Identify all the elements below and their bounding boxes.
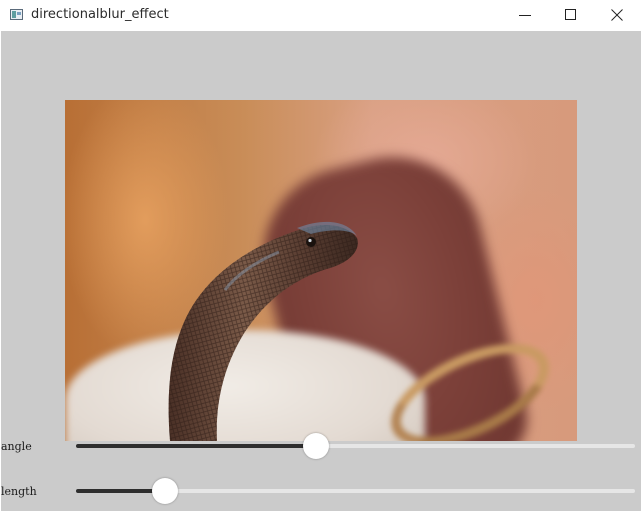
maximize-icon	[565, 9, 576, 20]
minimize-button[interactable]	[503, 0, 549, 31]
angle-label: angle	[1, 440, 32, 453]
snake-image	[168, 221, 358, 441]
length-slider[interactable]	[76, 478, 635, 504]
angle-slider[interactable]	[76, 433, 635, 459]
image-canvas	[65, 100, 577, 441]
app-icon	[10, 9, 23, 20]
minimize-icon	[519, 15, 531, 16]
length-slider-thumb[interactable]	[152, 478, 178, 504]
window-title: directionalblur_effect	[31, 7, 169, 22]
maximize-button[interactable]	[549, 0, 595, 31]
length-label: length	[1, 485, 37, 498]
close-icon	[611, 9, 623, 21]
angle-slider-thumb[interactable]	[303, 433, 329, 459]
close-button[interactable]	[595, 0, 641, 31]
title-bar: directionalblur_effect	[0, 0, 642, 31]
angle-slider-fill	[76, 444, 316, 448]
